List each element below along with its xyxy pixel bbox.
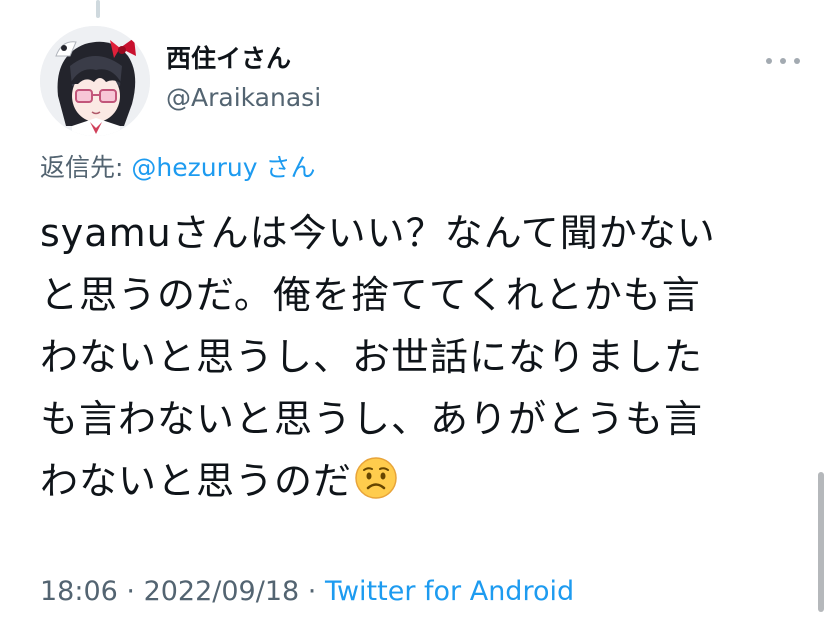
reply-mention-link[interactable]: @hezuruy xyxy=(131,153,257,182)
tweet-line-last: わないと思うのだ xyxy=(40,450,790,512)
avatar-illustration xyxy=(40,26,150,136)
tweet-line: も言わないと思うし、ありがとうも言 xyxy=(40,397,704,441)
reply-prefix: 返信先: xyxy=(40,153,132,182)
more-options-icon[interactable] xyxy=(766,54,800,68)
display-name[interactable]: 西住イさん xyxy=(166,42,321,76)
worried-face-icon xyxy=(355,457,397,499)
scrollbar[interactable] xyxy=(818,472,824,612)
tweet-source-link[interactable]: Twitter for Android xyxy=(325,576,574,607)
separator: · xyxy=(117,576,144,607)
dot xyxy=(780,58,786,64)
tweet-line: と思うのだ。俺を捨ててくれとかも言 xyxy=(40,273,701,317)
thread-connector-line xyxy=(96,0,100,18)
user-names: 西住イさん @Araikanasi xyxy=(166,42,321,116)
tweet-text: syamuさんは今いい？なんて聞かない と思うのだ。俺を捨ててくれとかも言 わな… xyxy=(40,202,790,512)
separator: · xyxy=(299,576,325,607)
user-handle[interactable]: @Araikanasi xyxy=(166,80,321,116)
tweet-line: わないと思うし、お世話になりました xyxy=(40,335,704,379)
tweet-date[interactable]: 2022/09/18 xyxy=(144,576,300,607)
reply-context: 返信先: @hezuruy さん xyxy=(40,150,315,186)
tweet-meta: 18:06 · 2022/09/18 · Twitter for Android xyxy=(40,574,574,610)
dot xyxy=(766,58,772,64)
tweet-time[interactable]: 18:06 xyxy=(40,576,118,607)
tweet-line-text: わないと思うのだ xyxy=(40,459,353,503)
reply-suffix: さん xyxy=(257,153,316,182)
avatar[interactable] xyxy=(40,26,150,136)
tweet-header: 西住イさん @Araikanasi xyxy=(40,26,800,136)
tweet-line: syamuさんは今いい？なんて聞かない xyxy=(40,211,716,255)
dot xyxy=(794,58,800,64)
